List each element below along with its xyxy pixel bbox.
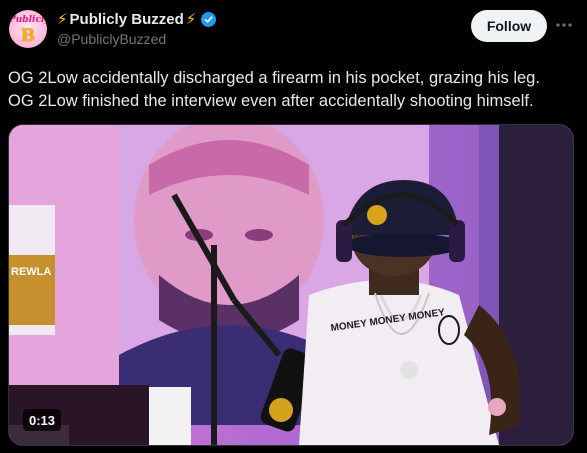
tweet-text: OG 2Low accidentally discharged a firear… [8, 67, 580, 113]
tweet-header: Publicly B ⚡ Publicly Buzzed ⚡ @Publicly… [0, 0, 587, 62]
more-options-icon[interactable] [554, 15, 574, 35]
tweet-text-line: OG 2Low accidentally discharged a firear… [8, 69, 540, 87]
name-row[interactable]: ⚡ Publicly Buzzed ⚡ [57, 9, 217, 29]
video-duration-badge: 0:13 [23, 409, 62, 431]
verified-badge-icon[interactable] [201, 11, 217, 27]
avatar[interactable]: Publicly B [9, 10, 47, 48]
video-frame: REWLA MONEY MONEY MONEY [9, 125, 573, 445]
video-player[interactable]: REWLA MONEY MONEY MONEY 0:13 [8, 124, 574, 446]
lightning-bolt-icon: ⚡ [185, 10, 197, 28]
avatar-logo-text: Publicly [9, 15, 47, 25]
jar-label: REWLA [11, 266, 51, 278]
display-name[interactable]: Publicly Buzzed [70, 11, 184, 28]
follow-button[interactable]: Follow [471, 10, 547, 42]
lightning-bolt-icon: ⚡ [57, 10, 68, 28]
avatar-logo-letter: B [20, 26, 36, 46]
tweet-text-line: OG 2Low finished the interview even afte… [8, 92, 534, 110]
handle[interactable]: @PubliclyBuzzed [57, 31, 166, 47]
